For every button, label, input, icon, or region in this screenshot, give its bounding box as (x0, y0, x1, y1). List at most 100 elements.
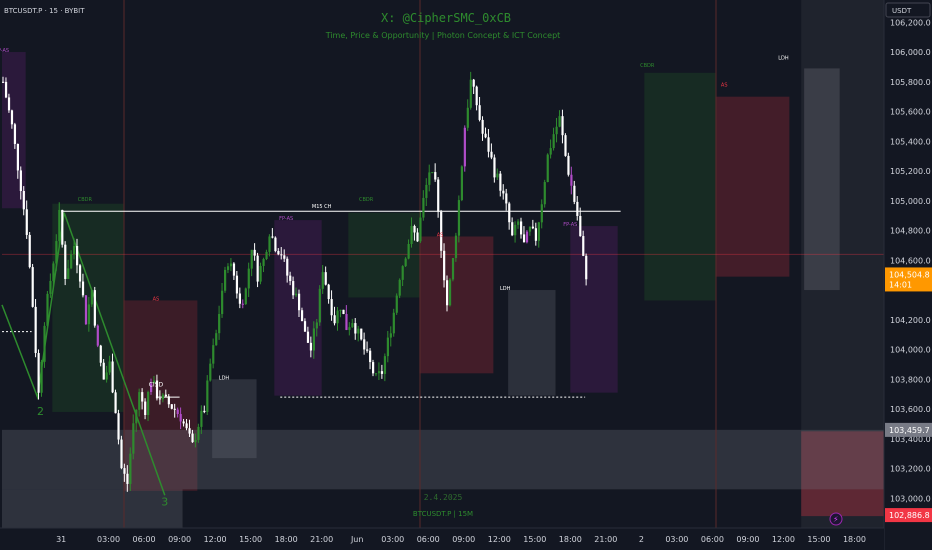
candle-body (537, 222, 540, 241)
time-tick-label: 06:00 (417, 535, 440, 544)
candle-body (194, 439, 197, 443)
candle-body (81, 281, 85, 296)
candle-body (407, 243, 410, 259)
candle-body (238, 293, 241, 304)
candle-body (221, 290, 224, 314)
time-tick-label: 31 (56, 535, 66, 544)
candle-body (126, 473, 129, 484)
candle-body (7, 97, 11, 111)
annotation-label: M15 CH (312, 204, 332, 210)
candle-body (19, 170, 22, 191)
price-tick-label: 104,200.0 (890, 316, 931, 325)
price-chart[interactable]: X: @CipherSMC_0xCB Time, Price & Opportu… (0, 0, 932, 550)
time-axis[interactable]: 31 03:00 06:00 09:00 12:00 15:00 18:00 21:00 Jun… (0, 527, 884, 550)
candle-body (247, 268, 250, 289)
watermark-date: 2.4.2025 (424, 493, 463, 502)
price-tick-label: 103,000.0 (890, 494, 931, 503)
candle-body (295, 293, 298, 296)
candle-body (318, 288, 321, 323)
time-tick-label: 15:00 (239, 535, 262, 544)
candle-body (31, 267, 34, 307)
candle-body (108, 361, 111, 373)
candle-body (505, 193, 508, 204)
candle-body (437, 179, 440, 212)
candle-body (224, 269, 227, 291)
candle-body (102, 362, 105, 380)
candle-body (292, 281, 295, 296)
candle-body (440, 211, 443, 251)
time-tick-label: 21:00 (594, 535, 617, 544)
candle-body (348, 327, 351, 330)
candle-body (525, 231, 529, 243)
candle-body (579, 215, 582, 237)
annotation-label: CBDR (78, 197, 93, 203)
candle-body (138, 392, 141, 410)
candle-body (117, 413, 120, 440)
candle-body (229, 263, 233, 267)
candle-body (283, 255, 286, 259)
candle-body (271, 236, 274, 238)
candle-body (552, 134, 555, 149)
candle-body (481, 119, 484, 134)
candle-body (203, 410, 206, 413)
annotation-label: CBDR (359, 197, 374, 203)
candle-body (250, 249, 253, 269)
candle-body (144, 401, 147, 416)
candle-body (312, 328, 315, 351)
candle-body (90, 290, 93, 305)
candle-body (218, 313, 221, 334)
candle-body (298, 293, 301, 311)
candle-body (549, 148, 552, 155)
candle-body (454, 235, 458, 259)
candle-body (315, 322, 318, 329)
candle-body (502, 190, 505, 194)
candle-body (167, 396, 170, 405)
candle-body (52, 263, 55, 281)
annotation-label: 3 (161, 496, 168, 509)
candle-body (496, 173, 499, 178)
price-badge-label: 103,459.7 (889, 426, 930, 435)
candle-body (84, 295, 88, 325)
time-tick-label: 03:00 (381, 535, 404, 544)
candle-body (141, 392, 144, 402)
annotation-label: AS (721, 82, 728, 88)
candle-body (55, 241, 58, 264)
time-tick-label: 18:00 (843, 535, 866, 544)
annotation-label: LDH (219, 375, 230, 381)
candle-body (34, 306, 37, 354)
session-zone (570, 226, 618, 393)
candle-body (200, 410, 203, 427)
candle-body (534, 228, 537, 241)
annotation-label: AS (437, 232, 444, 238)
candle-body (274, 237, 277, 252)
session-zone (2, 489, 183, 528)
candle-body (321, 272, 324, 289)
candle-body (573, 185, 576, 202)
candle-body (493, 157, 496, 178)
candle-body (173, 408, 176, 410)
candle-body (212, 345, 215, 364)
candle-body (555, 126, 558, 135)
currency-label: USDT (892, 7, 912, 15)
candle-body (73, 245, 76, 255)
candle-body (466, 107, 469, 128)
lightning-icon[interactable]: ⚡ (829, 512, 843, 526)
price-tick-label: 104,600.0 (890, 256, 931, 265)
candle-body (265, 251, 268, 260)
candle-body (99, 345, 102, 363)
candle-body (176, 409, 179, 415)
watermark-title: X: @CipherSMC_0xCB (381, 11, 511, 25)
candle-body (360, 328, 363, 340)
price-tick-label: 105,400.0 (890, 137, 931, 146)
time-tick-label: 09:00 (736, 535, 759, 544)
time-tick-label: 15:00 (807, 535, 830, 544)
candle-body (147, 392, 150, 416)
candle-body (448, 279, 452, 306)
price-axis[interactable]: USDT 106,200.0 106,000.0 105,800.0 105,600.… (883, 0, 932, 550)
annotation-label: CISD (149, 382, 164, 389)
candle-body (567, 155, 570, 175)
candle-body (372, 362, 375, 374)
candle-body (564, 135, 567, 156)
candle-body (398, 279, 401, 296)
candle-body (582, 236, 585, 256)
